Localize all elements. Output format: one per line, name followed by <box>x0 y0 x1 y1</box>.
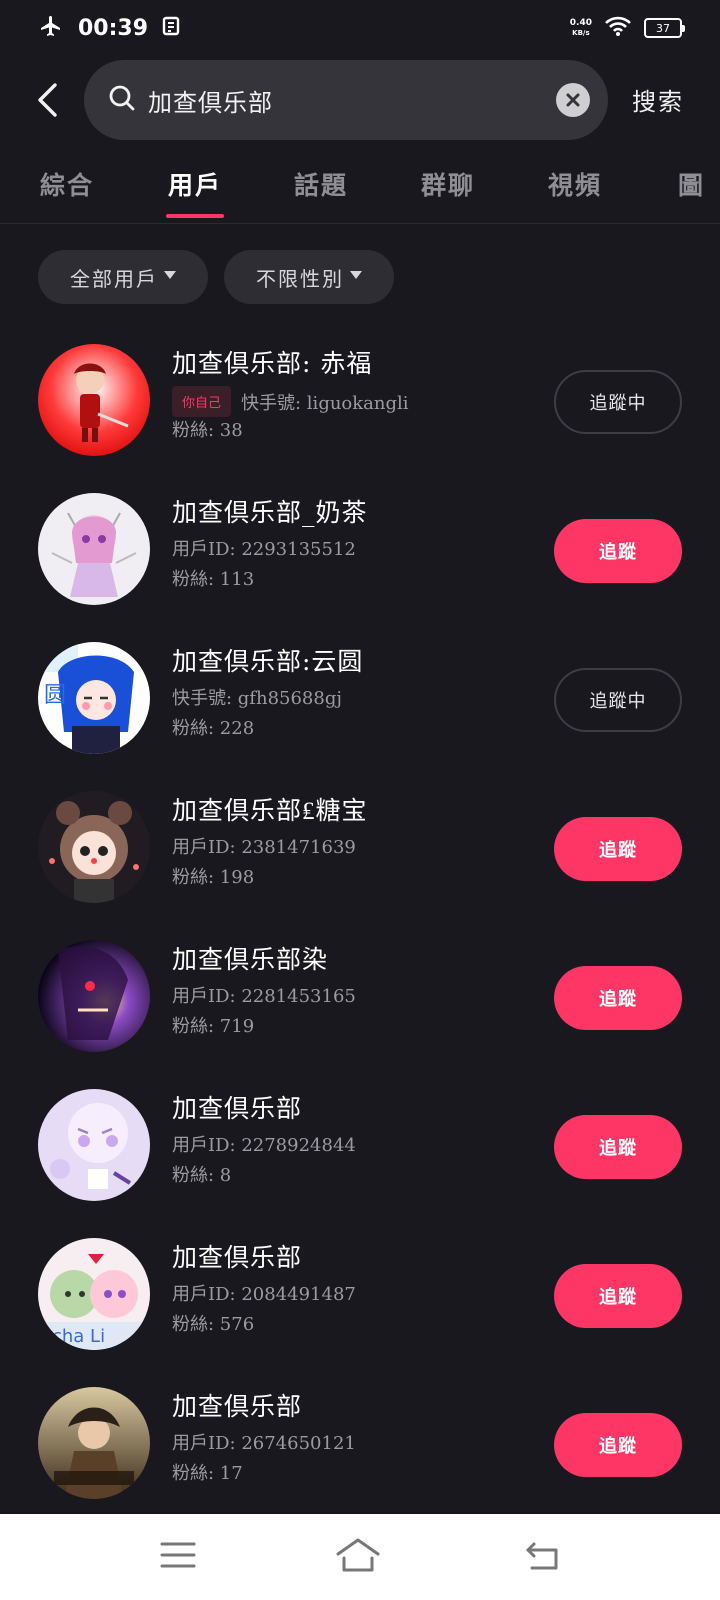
user-name: 加查倶乐部: 赤福 <box>172 349 373 378</box>
user-id: 用戶ID: 2278924844 <box>172 1135 356 1156</box>
airplane-mode-icon <box>38 14 64 42</box>
tab-videos[interactable]: 視頻 <box>548 166 602 202</box>
user-fans: 粉絲: 576 <box>172 1314 255 1335</box>
user-id: 用戶ID: 2381471639 <box>172 837 356 858</box>
avatar[interactable] <box>38 344 150 456</box>
user-row[interactable]: 加查倶乐部 用戶ID: 2278924844 粉絲: 8 追蹤 <box>0 1089 720 1239</box>
svg-text:cha Li: cha Li <box>52 1326 105 1347</box>
user-id: 用戶ID: 2084491487 <box>172 1284 356 1305</box>
follow-button[interactable]: 追蹤 <box>554 1264 682 1328</box>
follow-button[interactable]: 追蹤 <box>554 519 682 583</box>
net-speed-value: 0.40 <box>569 18 592 28</box>
avatar[interactable]: 圆 <box>38 642 150 754</box>
filter-gender-label: 不限性別 <box>256 266 344 291</box>
user-name: 加查倶乐部 <box>172 1243 303 1272</box>
user-name: 加查倶乐部_奶茶 <box>172 498 368 527</box>
avatar[interactable] <box>38 1089 150 1201</box>
back-icon[interactable] <box>524 1540 562 1576</box>
user-name: 加查倶乐部染 <box>172 945 329 974</box>
net-speed: 0.40 KB/s <box>570 18 592 38</box>
user-name: 加查倶乐部 <box>172 1392 303 1421</box>
caret-down-icon <box>350 271 362 279</box>
user-fans: 粉絲: 38 <box>172 420 243 441</box>
filter-gender[interactable]: 不限性別 <box>224 250 394 304</box>
user-row[interactable]: 加查倶乐部染 用戶ID: 2281453165 粉絲: 719 追蹤 <box>0 940 720 1090</box>
search-button[interactable]: 搜索 <box>632 82 684 117</box>
tab-topics[interactable]: 話題 <box>294 166 348 202</box>
user-fans: 粉絲: 198 <box>172 867 255 888</box>
search-query[interactable]: 加查倶乐部 <box>148 83 556 118</box>
filter-all-users-label: 全部用戶 <box>70 266 158 291</box>
sim-status-icon <box>162 16 180 40</box>
user-row[interactable]: cha Li 加查倶乐部 用戶ID: 2084491487 粉絲: 576 追蹤 <box>0 1238 720 1388</box>
home-icon[interactable] <box>334 1536 382 1576</box>
tab-images[interactable]: 圖 <box>678 166 705 202</box>
user-name: 加查倶乐部:云圆 <box>172 647 364 676</box>
follow-button[interactable]: 追蹤 <box>554 1413 682 1477</box>
search-header: 加查倶乐部 搜索 <box>0 58 720 142</box>
avatar[interactable]: cha Li <box>38 1238 150 1350</box>
user-id: 用戶ID: 2674650121 <box>172 1433 356 1454</box>
tab-users[interactable]: 用戶 <box>168 166 222 202</box>
tab-general[interactable]: 綜合 <box>40 166 94 202</box>
self-badge: 你自己 <box>172 386 232 417</box>
following-button[interactable]: 追蹤中 <box>554 370 682 434</box>
avatar[interactable] <box>38 1387 150 1499</box>
user-id: 用戶ID: 2281453165 <box>172 986 356 1007</box>
user-fans: 粉絲: 719 <box>172 1016 255 1037</box>
follow-button[interactable]: 追蹤 <box>554 1115 682 1179</box>
battery-icon: 37 <box>644 18 685 38</box>
user-row[interactable]: 圆 加查倶乐部:云圆 快手號: gfh85688gj 粉絲: 228 追蹤中 <box>0 642 720 792</box>
follow-button[interactable]: 追蹤 <box>554 817 682 881</box>
user-row[interactable]: 加查倶乐部: 赤福 你自己 快手號: liguokangli 粉絲: 38 追蹤… <box>0 344 720 494</box>
svg-text:圆: 圆 <box>44 683 66 708</box>
user-fans: 粉絲: 8 <box>172 1165 232 1186</box>
back-arrow-icon[interactable] <box>26 78 70 122</box>
tab-group-chats[interactable]: 群聊 <box>421 166 475 202</box>
user-id: 用戶ID: 2293135512 <box>172 539 356 560</box>
avatar[interactable] <box>38 940 150 1052</box>
follow-button[interactable]: 追蹤 <box>554 966 682 1030</box>
status-time: 00:39 <box>78 15 149 41</box>
user-id-line: 你自己 快手號: liguokangli <box>172 386 409 417</box>
user-id: 快手號: gfh85688gj <box>172 688 342 709</box>
search-icon <box>108 84 136 116</box>
battery-level: 37 <box>656 21 670 35</box>
user-fans: 粉絲: 228 <box>172 718 255 739</box>
status-bar: 00:39 0.40 KB/s 37 <box>0 0 720 56</box>
user-fans: 粉絲: 113 <box>172 569 255 590</box>
user-row[interactable]: 加查倶乐部_奶茶 用戶ID: 2293135512 粉絲: 113 追蹤 <box>0 493 720 643</box>
avatar[interactable] <box>38 493 150 605</box>
caret-down-icon <box>164 271 176 279</box>
filter-all-users[interactable]: 全部用戶 <box>38 250 208 304</box>
search-input[interactable]: 加查倶乐部 <box>84 60 608 140</box>
user-id: 快手號: liguokangli <box>241 392 409 414</box>
user-name: 加查倶乐部₤糖宝 <box>172 796 368 825</box>
system-nav-bar <box>0 1514 720 1600</box>
user-name: 加查倶乐部 <box>172 1094 303 1123</box>
clear-icon[interactable] <box>556 83 590 117</box>
following-button[interactable]: 追蹤中 <box>554 668 682 732</box>
menu-icon[interactable] <box>160 1540 196 1574</box>
category-tabs: 綜合 用戶 話題 群聊 視頻 圖 <box>0 150 720 224</box>
user-fans: 粉絲: 17 <box>172 1463 243 1484</box>
active-tab-indicator <box>166 214 224 218</box>
wifi-icon <box>604 15 632 41</box>
user-row[interactable]: 加查倶乐部₤糖宝 用戶ID: 2381471639 粉絲: 198 追蹤 <box>0 791 720 941</box>
net-speed-unit: KB/s <box>572 29 590 37</box>
avatar[interactable] <box>38 791 150 903</box>
